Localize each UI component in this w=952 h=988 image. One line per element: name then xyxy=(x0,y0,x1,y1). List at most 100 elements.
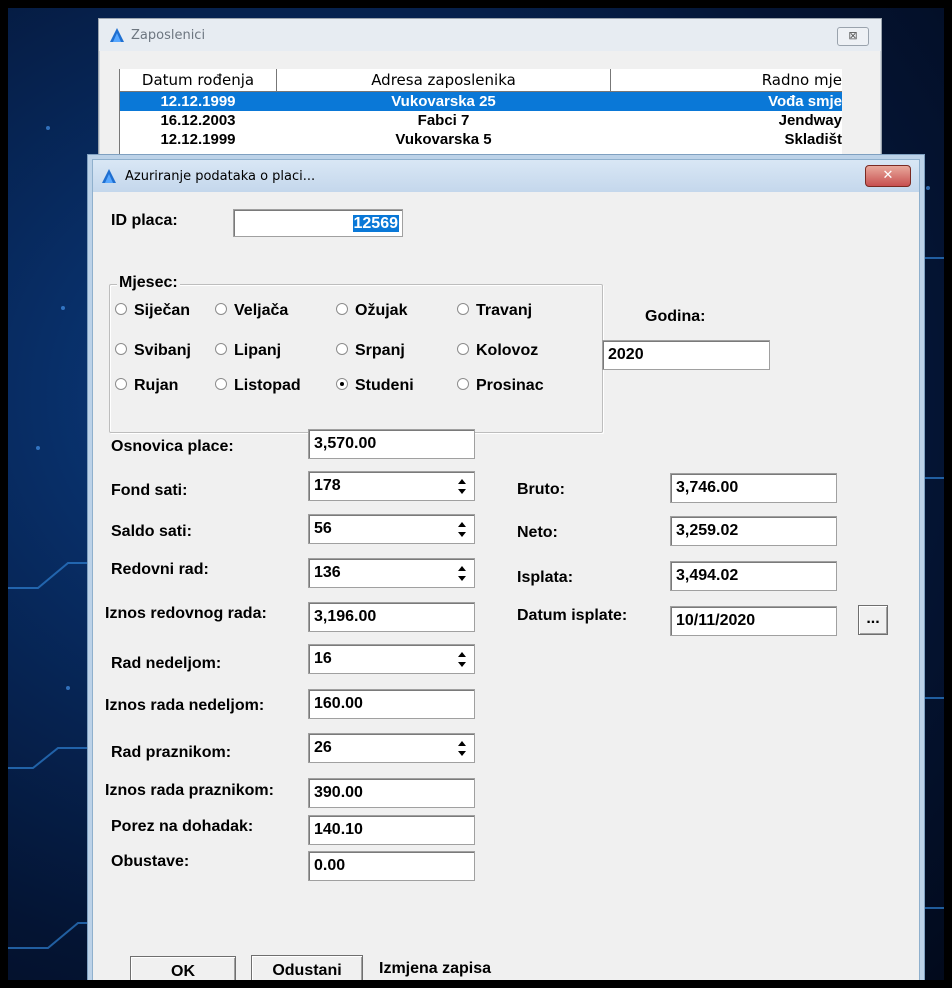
radio-icon xyxy=(215,342,227,355)
date-picker-button[interactable]: ... xyxy=(858,605,888,635)
radio-label: Kolovoz xyxy=(476,342,539,359)
gross-label: Bruto: xyxy=(517,481,565,498)
sunday-work-field[interactable]: 16 xyxy=(308,644,475,674)
table-cell: Fabci 7 xyxy=(417,112,470,129)
radio-icon xyxy=(336,302,348,315)
id-field[interactable]: 12569 xyxy=(233,209,403,237)
table-cell: Skladišt xyxy=(784,131,842,148)
spinner-arrows-icon[interactable] xyxy=(456,472,470,500)
desktop-background: Zaposlenici ⊠ Datum rođenja Adresa zapos… xyxy=(8,8,944,980)
grid-header: Datum rođenja Adresa zaposlenika Radno m… xyxy=(120,69,842,92)
table-cell: 12.12.1999 xyxy=(160,93,236,110)
screen-frame: Zaposlenici ⊠ Datum rođenja Adresa zapos… xyxy=(0,0,952,988)
employees-title: Zaposlenici xyxy=(131,28,206,43)
holiday-work-label: Rad praznikom: xyxy=(111,744,232,761)
radio-month-6[interactable]: Lipanj xyxy=(215,342,281,360)
spinner-arrows-icon[interactable] xyxy=(456,645,470,673)
hours-fund-field[interactable]: 178 xyxy=(308,471,475,501)
radio-label: Srpanj xyxy=(355,342,405,359)
radio-month-2[interactable]: Veljača xyxy=(215,302,288,320)
year-label: Godina: xyxy=(645,308,706,325)
column-header[interactable]: Datum rođenja xyxy=(120,69,277,91)
radio-label: Veljača xyxy=(234,302,289,319)
radio-label: Svibanj xyxy=(134,342,191,359)
salary-update-dialog: Azuriranje podataka o placi... ✕ ID plac… xyxy=(92,159,920,980)
radio-label: Travanj xyxy=(476,302,533,319)
radio-icon xyxy=(215,377,227,390)
radio-label: Lipanj xyxy=(234,342,282,359)
status-text: Izmjena zapisa xyxy=(379,960,492,977)
payout-field[interactable]: 3,494.02 xyxy=(670,561,837,591)
hours-fund-label: Fond sati: xyxy=(111,482,188,499)
table-row[interactable]: 16.12.2003 Fabci 7 Jendway xyxy=(120,111,842,130)
radio-icon xyxy=(457,302,469,315)
id-label: ID placa: xyxy=(111,212,178,229)
payout-date-field[interactable]: 10/11/2020 xyxy=(670,606,837,636)
employees-close-button[interactable]: ⊠ xyxy=(837,27,869,46)
regular-amount-field[interactable]: 3,196.00 xyxy=(308,602,475,632)
radio-month-4[interactable]: Travanj xyxy=(457,302,532,320)
holiday-work-field[interactable]: 26 xyxy=(308,733,475,763)
column-header[interactable]: Radno mje xyxy=(611,69,842,91)
base-salary-field[interactable]: 3,570.00 xyxy=(308,429,475,459)
employees-titlebar[interactable]: Zaposlenici ⊠ xyxy=(99,19,881,51)
net-label: Neto: xyxy=(517,524,558,541)
radio-label: Rujan xyxy=(134,377,179,394)
payout-label: Isplata: xyxy=(517,569,574,586)
radio-month-7[interactable]: Srpanj xyxy=(336,342,405,360)
radio-label: Listopad xyxy=(234,377,301,394)
radio-label: Ožujak xyxy=(355,302,408,319)
month-group-label: Mjesec: xyxy=(117,274,180,292)
radio-month-3[interactable]: Ožujak xyxy=(336,302,407,320)
dialog-titlebar[interactable]: Azuriranje podataka o placi... ✕ xyxy=(93,160,919,192)
cancel-button[interactable]: Odustani xyxy=(251,955,363,980)
app-logo-icon xyxy=(102,169,116,183)
spinner-arrows-icon[interactable] xyxy=(456,515,470,543)
radio-month-1[interactable]: Siječan xyxy=(115,302,190,320)
radio-month-8[interactable]: Kolovoz xyxy=(457,342,538,360)
dialog-body: ID placa: 12569 Mjesec: Siječan Veljača … xyxy=(93,192,919,980)
column-header[interactable]: Adresa zaposlenika xyxy=(277,69,611,91)
radio-icon xyxy=(457,377,469,390)
dialog-close-button[interactable]: ✕ xyxy=(865,165,911,187)
radio-month-5[interactable]: Svibanj xyxy=(115,342,191,360)
sunday-work-value: 16 xyxy=(314,650,332,667)
table-row[interactable]: 12.12.1999 Vukovarska 25 Vođa smje xyxy=(120,92,842,111)
holiday-amount-label: Iznos rada praznikom: xyxy=(105,782,274,799)
regular-work-field[interactable]: 136 xyxy=(308,558,475,588)
hours-balance-field[interactable]: 56 xyxy=(308,514,475,544)
radio-label: Studeni xyxy=(355,377,414,394)
spinner-arrows-icon[interactable] xyxy=(456,734,470,762)
close-icon: ⊠ xyxy=(848,29,858,42)
sunday-amount-label: Iznos rada nedeljom: xyxy=(105,697,265,714)
close-icon: ✕ xyxy=(882,168,894,183)
holiday-amount-field[interactable]: 390.00 xyxy=(308,778,475,808)
income-tax-field[interactable]: 140.10 xyxy=(308,815,475,845)
radio-icon xyxy=(457,342,469,355)
spinner-arrows-icon[interactable] xyxy=(456,559,470,587)
sunday-work-label: Rad nedeljom: xyxy=(111,655,222,672)
hours-fund-value: 178 xyxy=(314,477,341,494)
gross-field[interactable]: 3,746.00 xyxy=(670,473,837,503)
radio-month-11[interactable]: Studeni xyxy=(336,377,414,395)
sunday-amount-field[interactable]: 160.00 xyxy=(308,689,475,719)
radio-month-12[interactable]: Prosinac xyxy=(457,377,544,395)
deductions-field[interactable]: 0.00 xyxy=(308,851,475,881)
ok-button[interactable]: OK xyxy=(130,956,236,980)
radio-label: Siječan xyxy=(134,302,191,319)
year-field[interactable]: 2020 xyxy=(602,340,770,370)
regular-amount-label: Iznos redovnog rada: xyxy=(105,605,267,622)
table-cell: 12.12.1999 xyxy=(160,131,236,148)
table-cell: 16.12.2003 xyxy=(160,112,236,129)
table-row[interactable]: 12.12.1999 Vukovarska 5 Skladišt xyxy=(120,130,842,149)
radio-month-10[interactable]: Listopad xyxy=(215,377,301,395)
net-field[interactable]: 3,259.02 xyxy=(670,516,837,546)
deductions-label: Obustave: xyxy=(111,853,190,870)
radio-checked-icon xyxy=(336,377,348,390)
radio-icon xyxy=(115,302,127,315)
radio-month-9[interactable]: Rujan xyxy=(115,377,178,395)
table-cell: Vukovarska 5 xyxy=(395,131,492,148)
radio-label: Prosinac xyxy=(476,377,544,394)
app-logo-icon xyxy=(110,28,124,42)
dialog-title: Azuriranje podataka o placi... xyxy=(125,169,316,184)
